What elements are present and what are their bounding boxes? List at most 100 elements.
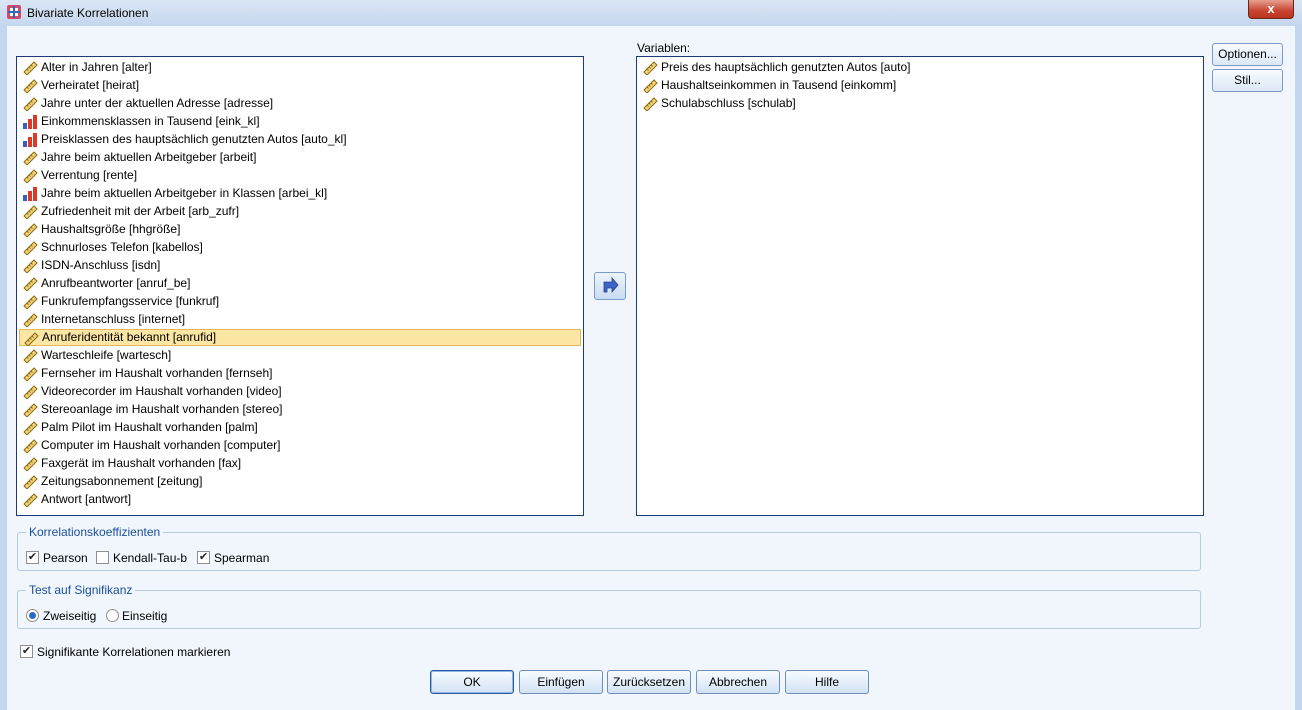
ordinal-icon xyxy=(23,115,37,129)
one-sided-radio[interactable] xyxy=(106,609,119,622)
scale-icon xyxy=(23,277,38,291)
list-item-label: Preisklassen des hauptsächlich genutzten… xyxy=(41,132,347,146)
checkmark-icon: ✔ xyxy=(27,551,38,563)
title-bar: Bivariate Korrelationen x xyxy=(0,0,1302,26)
list-item-label: Stereoanlage im Haushalt vorhanden [ster… xyxy=(41,402,283,416)
scale-icon xyxy=(643,61,658,75)
scale-icon xyxy=(23,493,38,507)
correlation-coefficients-group: Korrelationskoeffizienten ✔ Pearson Kend… xyxy=(17,525,1201,571)
list-item-label: Alter in Jahren [alter] xyxy=(41,60,152,74)
scale-icon xyxy=(23,367,38,381)
style-button[interactable]: Stil... xyxy=(1212,69,1283,92)
scale-icon xyxy=(23,295,38,309)
significance-test-group: Test auf Signifikanz Zweiseitig Einseiti… xyxy=(17,583,1201,629)
list-item-label: Verrentung [rente] xyxy=(41,168,138,182)
list-item[interactable]: Zeitungsabonnement [zeitung] xyxy=(19,473,208,490)
scale-icon xyxy=(23,61,38,75)
list-item[interactable]: Warteschleife [wartesch] xyxy=(19,347,177,364)
list-item[interactable]: Schnurloses Telefon [kabellos] xyxy=(19,239,209,256)
scale-icon xyxy=(24,332,39,346)
list-item[interactable]: Haushaltsgröße [hhgröße] xyxy=(19,221,186,238)
spearman-checkbox[interactable]: ✔ xyxy=(197,551,210,564)
help-button[interactable]: Hilfe xyxy=(785,670,869,694)
list-item-label: Schnurloses Telefon [kabellos] xyxy=(41,240,203,254)
two-sided-label: Zweiseitig xyxy=(43,609,97,623)
arrow-right-icon xyxy=(603,276,619,294)
test-group-legend: Test auf Signifikanz xyxy=(26,583,136,597)
scale-icon xyxy=(23,421,38,435)
spss-app-icon xyxy=(7,5,21,19)
list-item[interactable]: Preis des hauptsächlich genutzten Autos … xyxy=(639,59,917,76)
list-item[interactable]: Funkrufempfangsservice [funkruf] xyxy=(19,293,225,310)
list-item[interactable]: Verrentung [rente] xyxy=(19,167,143,184)
checkmark-icon: ✔ xyxy=(198,551,209,563)
list-item[interactable]: Faxgerät im Haushalt vorhanden [fax] xyxy=(19,455,247,472)
list-item-label: ISDN-Anschluss [isdn] xyxy=(41,258,161,272)
list-item[interactable]: Verheiratet [heirat] xyxy=(19,77,145,94)
list-item[interactable]: Einkommensklassen in Tausend [eink_kl] xyxy=(19,113,266,130)
scale-icon xyxy=(23,259,38,273)
list-item-label: Preis des hauptsächlich genutzten Autos … xyxy=(661,60,911,74)
list-item-label: Funkrufempfangsservice [funkruf] xyxy=(41,294,220,308)
list-item[interactable]: Anruferidentität bekannt [anrufid] xyxy=(19,329,581,346)
scale-icon xyxy=(23,313,38,327)
list-item-label: Jahre beim aktuellen Arbeitgeber [arbeit… xyxy=(41,150,257,164)
target-variable-list[interactable]: Preis des hauptsächlich genutzten Autos … xyxy=(636,56,1204,516)
move-variable-button[interactable] xyxy=(594,272,626,300)
list-item[interactable]: Anrufbeantworter [anruf_be] xyxy=(19,275,196,292)
list-item-label: Zeitungsabonnement [zeitung] xyxy=(41,474,203,488)
list-item[interactable]: Jahre beim aktuellen Arbeitgeber [arbeit… xyxy=(19,149,262,166)
list-item[interactable]: Jahre unter der aktuellen Adresse [adres… xyxy=(19,95,279,112)
close-button[interactable]: x xyxy=(1248,0,1294,19)
source-variable-list[interactable]: Alter in Jahren [alter] Verheiratet [heir… xyxy=(16,56,584,516)
list-item[interactable]: Alter in Jahren [alter] xyxy=(19,59,158,76)
kendall-label: Kendall-Tau-b xyxy=(113,551,188,565)
cancel-button[interactable]: Abbrechen xyxy=(696,670,780,694)
list-item[interactable]: Fernseher im Haushalt vorhanden [fernseh… xyxy=(19,365,278,382)
scale-icon xyxy=(23,439,38,453)
list-item-label: Fernseher im Haushalt vorhanden [fernseh… xyxy=(41,366,273,380)
reset-button[interactable]: Zurücksetzen xyxy=(607,670,691,694)
window-title: Bivariate Korrelationen xyxy=(27,6,149,20)
list-item-label: Antwort [antwort] xyxy=(41,492,132,506)
pearson-checkbox[interactable]: ✔ xyxy=(26,551,39,564)
scale-icon xyxy=(23,97,38,111)
list-item-label: Internetanschluss [internet] xyxy=(41,312,186,326)
flag-significant-checkbox[interactable]: ✔ xyxy=(20,645,33,658)
list-item-label: Videorecorder im Haushalt vorhanden [vid… xyxy=(41,384,282,398)
list-item-label: Warteschleife [wartesch] xyxy=(41,348,172,362)
list-item[interactable]: ISDN-Anschluss [isdn] xyxy=(19,257,166,274)
list-item-label: Verheiratet [heirat] xyxy=(41,78,140,92)
scale-icon xyxy=(23,169,38,183)
scale-icon xyxy=(23,151,38,165)
spearman-label: Spearman xyxy=(214,551,270,565)
list-item[interactable]: Jahre beim aktuellen Arbeitgeber in Klas… xyxy=(19,185,333,202)
scale-icon xyxy=(23,385,38,399)
list-item[interactable]: Schulabschluss [schulab] xyxy=(639,95,802,112)
list-item[interactable]: Haushaltseinkommen in Tausend [einkomm] xyxy=(639,77,902,94)
list-item-label: Jahre beim aktuellen Arbeitgeber in Klas… xyxy=(41,186,328,200)
list-item-label: Anrufbeantworter [anruf_be] xyxy=(41,276,191,290)
correlation-group-legend: Korrelationskoeffizienten xyxy=(26,525,164,539)
list-item-label: Anruferidentität bekannt [anrufid] xyxy=(42,330,217,344)
pearson-label: Pearson xyxy=(43,551,88,565)
list-item[interactable]: Preisklassen des hauptsächlich genutzten… xyxy=(19,131,353,148)
list-item[interactable]: Stereoanlage im Haushalt vorhanden [ster… xyxy=(19,401,288,418)
list-item-label: Haushaltsgröße [hhgröße] xyxy=(41,222,181,236)
list-item[interactable]: Zufriedenheit mit der Arbeit [arb_zufr] xyxy=(19,203,245,220)
scale-icon xyxy=(23,223,38,237)
list-item[interactable]: Palm Pilot im Haushalt vorhanden [palm] xyxy=(19,419,264,436)
options-button[interactable]: Optionen... xyxy=(1212,43,1283,66)
ok-button[interactable]: OK xyxy=(430,670,514,694)
list-item[interactable]: Internetanschluss [internet] xyxy=(19,311,191,328)
list-item[interactable]: Antwort [antwort] xyxy=(19,491,137,508)
scale-icon xyxy=(23,79,38,93)
list-item-label: Haushaltseinkommen in Tausend [einkomm] xyxy=(661,78,897,92)
scale-icon xyxy=(23,241,38,255)
list-item[interactable]: Computer im Haushalt vorhanden [computer… xyxy=(19,437,286,454)
two-sided-radio[interactable] xyxy=(26,609,39,622)
scale-icon xyxy=(23,205,38,219)
list-item[interactable]: Videorecorder im Haushalt vorhanden [vid… xyxy=(19,383,288,400)
kendall-checkbox[interactable] xyxy=(96,551,109,564)
paste-button[interactable]: Einfügen xyxy=(519,670,603,694)
